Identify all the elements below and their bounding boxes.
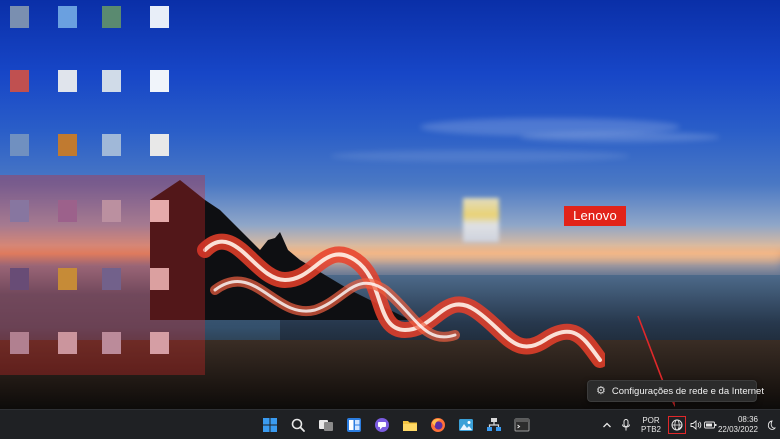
terminal-button[interactable] [512,415,532,435]
microphone-icon [622,419,630,431]
widgets-icon [347,418,361,432]
light-ribbon [197,233,605,368]
network-app-icon [487,418,501,431]
lenovo-logo: Lenovo [564,206,626,226]
chat-button[interactable] [372,415,392,435]
speaker-icon [690,420,701,430]
taskbar: POR PTB2 08:36 22/03/2022 [0,409,780,439]
gear-icon: ⚙ [596,384,606,397]
system-tray: POR PTB2 08:36 22/03/2022 [598,410,780,439]
folder-icon [403,421,417,431]
windows-logo-icon [263,418,277,432]
terminal-icon [514,418,530,432]
task-view-icon [319,420,333,431]
taskbar-pinned-apps [260,415,532,435]
microphone-button[interactable] [616,410,636,439]
search-button[interactable] [288,415,308,435]
desktop-icons-pixelated[interactable] [0,0,205,409]
notifications-button[interactable] [760,410,780,439]
show-hidden-icons-button[interactable] [598,410,616,439]
volume-button[interactable] [688,410,703,439]
clock-time: 08:36 [737,415,758,424]
chat-icon [375,418,389,432]
firefox-icon [431,418,445,432]
task-view-button[interactable] [316,415,336,435]
desktop-file-icon-blurred[interactable] [463,198,499,242]
tooltip-text: Configurações de rede e da Internet [611,385,764,397]
search-icon [291,418,305,432]
chevron-up-icon [603,422,611,428]
widgets-button[interactable] [344,415,364,435]
clock-button[interactable]: 08:36 22/03/2022 [718,410,760,439]
clock-date: 22/03/2022 [717,425,758,434]
battery-icon [704,421,717,429]
network-button[interactable] [668,416,686,434]
firefox-button[interactable] [428,415,448,435]
file-explorer-button[interactable] [400,415,420,435]
moon-icon [767,419,776,430]
globe-icon [671,419,683,431]
network-app-button[interactable] [484,415,504,435]
start-button[interactable] [260,415,280,435]
keyboard-layout: PTB2 [640,425,661,434]
battery-button[interactable] [703,410,718,439]
photos-icon [459,419,473,431]
language-code: POR [642,416,660,425]
photos-button[interactable] [456,415,476,435]
network-settings-tooltip: ⚙ Configurações de rede e da Internet [587,380,764,402]
input-language-button[interactable]: POR PTB2 [636,410,666,439]
